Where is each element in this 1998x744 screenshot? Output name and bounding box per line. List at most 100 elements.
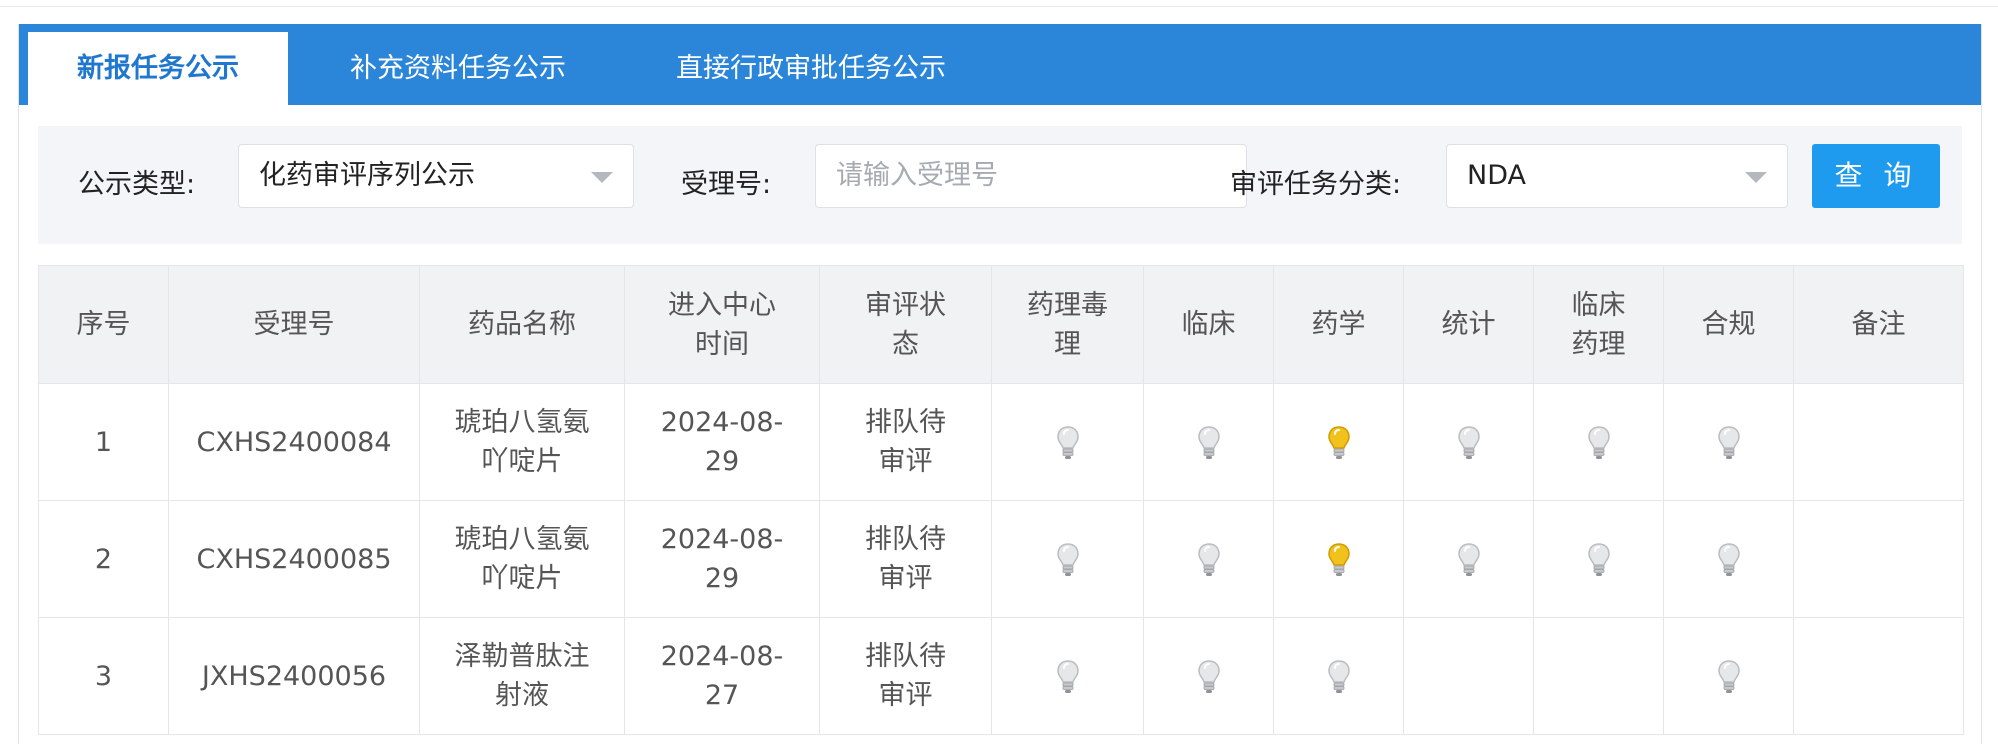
tab-bar: 新报任务公示 补充资料任务公示 直接行政审批任务公示 bbox=[18, 24, 1981, 105]
table-header-row: 序号 受理号 药品名称 进入中心 时间 审评状态药理毒理临床 药学 统计 临床 药理 合规 备注 bbox=[38, 265, 1964, 384]
discipline-indicator[interactable] bbox=[1143, 500, 1274, 618]
review-status-text: 审评 bbox=[878, 563, 933, 594]
drug-name-text: 吖啶片 bbox=[481, 563, 563, 594]
review-status: 排队待 审评 bbox=[819, 500, 992, 618]
discipline-indicator[interactable] bbox=[1663, 500, 1794, 618]
column-header-text: 药理 bbox=[1571, 328, 1626, 360]
entry-date: 2024-08- 29 bbox=[624, 383, 820, 501]
discipline-indicator[interactable] bbox=[1143, 383, 1274, 501]
tab-new-task-publicity[interactable]: 新报任务公示 bbox=[28, 32, 288, 105]
column-header-text: 药理毒 bbox=[1027, 289, 1108, 321]
review-status-text: 排队待 bbox=[865, 407, 946, 438]
lightbulb-icon bbox=[1457, 543, 1480, 576]
lightbulb-icon bbox=[1056, 660, 1079, 693]
drug-name-text: 泽勒普肽注 bbox=[454, 641, 590, 672]
column-header: 统计 bbox=[1403, 265, 1534, 384]
lightbulb-icon bbox=[1327, 543, 1350, 576]
entry-date-text: 2024-08- bbox=[660, 407, 784, 438]
discipline-indicator[interactable] bbox=[1403, 500, 1534, 618]
table-row[interactable]: 2 CXHS2400085 琥珀八氢氨 吖啶片 2024-08- 29 排队待 审评 bbox=[38, 500, 1964, 618]
entry-date-text: 29 bbox=[704, 563, 740, 594]
discipline-indicator bbox=[1533, 617, 1664, 735]
drug-name: 琥珀八氢氨 吖啶片 bbox=[419, 500, 625, 618]
publicity-type-select[interactable]: 化药审评序列公示 bbox=[238, 144, 634, 208]
entry-date-text: 27 bbox=[704, 680, 740, 711]
discipline-indicator[interactable] bbox=[1663, 383, 1794, 501]
column-header: 序号 bbox=[38, 265, 169, 384]
column-header-text: 临床 bbox=[1571, 289, 1626, 321]
review-status-text: 审评 bbox=[878, 680, 933, 711]
review-status: 排队待 审评 bbox=[819, 617, 992, 735]
entry-date: 2024-08- 27 bbox=[624, 617, 820, 735]
search-button[interactable]: 查 询 bbox=[1812, 144, 1940, 208]
filter-panel: 公示类型: 化药审评序列公示 受理号: 请输入受理号 审评任务分类: NDA 查… bbox=[38, 126, 1962, 244]
discipline-indicator[interactable] bbox=[1273, 383, 1404, 501]
column-header: 临床 药理 bbox=[1533, 265, 1664, 384]
accept-number: JXHS2400056 bbox=[168, 617, 420, 735]
drug-name-text: 琥珀八氢氨 bbox=[454, 524, 590, 555]
row-number: 2 bbox=[38, 500, 169, 618]
table-row[interactable]: 3 JXHS2400056 泽勒普肽注 射液 2024-08- 27 排队待 审评 bbox=[38, 617, 1964, 735]
lightbulb-icon bbox=[1717, 426, 1740, 459]
note bbox=[1793, 617, 1964, 735]
column-header-text: 审评状 bbox=[865, 289, 946, 321]
column-header: 药品名称 bbox=[419, 265, 625, 384]
table-row[interactable]: 1 CXHS2400084 琥珀八氢氨 吖啶片 2024-08- 29 排队待 审评 bbox=[38, 383, 1964, 501]
discipline-indicator[interactable] bbox=[991, 617, 1144, 735]
lightbulb-icon bbox=[1457, 426, 1480, 459]
row-number: 3 bbox=[38, 617, 169, 735]
column-header-text: 药学 bbox=[1311, 309, 1366, 340]
review-status: 排队待 审评 bbox=[819, 383, 992, 501]
accept-number: CXHS2400085 bbox=[168, 500, 420, 618]
column-header-text: 序号 bbox=[76, 309, 131, 340]
lightbulb-icon bbox=[1717, 543, 1740, 576]
task-category-value: NDA bbox=[1467, 160, 1526, 191]
column-header: 备注 bbox=[1793, 265, 1964, 384]
entry-date-text: 29 bbox=[704, 446, 740, 477]
tab-supplement-task-publicity[interactable]: 补充资料任务公示 bbox=[318, 32, 598, 105]
column-header-text: 时间 bbox=[695, 328, 749, 360]
drug-name-text: 琥珀八氢氨 bbox=[454, 407, 590, 438]
note bbox=[1793, 383, 1964, 501]
discipline-indicator[interactable] bbox=[1273, 617, 1404, 735]
column-header-text: 受理号 bbox=[253, 309, 335, 340]
discipline-indicator[interactable] bbox=[1533, 500, 1664, 618]
discipline-indicator[interactable] bbox=[991, 383, 1144, 501]
entry-date-text: 2024-08- bbox=[660, 641, 784, 672]
drug-name-text: 吖啶片 bbox=[481, 446, 563, 477]
lightbulb-icon bbox=[1327, 660, 1350, 693]
publicity-type-value: 化药审评序列公示 bbox=[259, 160, 475, 191]
discipline-indicator[interactable] bbox=[1403, 383, 1534, 501]
column-header-text: 合规 bbox=[1701, 309, 1756, 340]
lightbulb-icon bbox=[1197, 426, 1220, 459]
entry-date-text: 2024-08- bbox=[660, 524, 784, 555]
tab-direct-approval-task-publicity[interactable]: 直接行政审批任务公示 bbox=[646, 32, 976, 105]
discipline-indicator[interactable] bbox=[1273, 500, 1404, 618]
column-header-text: 备注 bbox=[1851, 309, 1906, 340]
lightbulb-icon bbox=[1197, 660, 1220, 693]
lightbulb-icon bbox=[1056, 426, 1079, 459]
column-header-text: 态 bbox=[892, 328, 919, 360]
discipline-indicator[interactable] bbox=[1663, 617, 1794, 735]
publicity-type-label: 公示类型: bbox=[78, 169, 196, 200]
column-header-text: 临床 bbox=[1181, 309, 1236, 340]
discipline-indicator[interactable] bbox=[991, 500, 1144, 618]
discipline-indicator[interactable] bbox=[1533, 383, 1664, 501]
entry-date: 2024-08- 29 bbox=[624, 500, 820, 618]
column-header: 临床 bbox=[1143, 265, 1274, 384]
note bbox=[1793, 500, 1964, 618]
row-number: 1 bbox=[38, 383, 169, 501]
discipline-indicator bbox=[1403, 617, 1534, 735]
discipline-indicator[interactable] bbox=[1143, 617, 1274, 735]
column-header-text: 药品名称 bbox=[468, 309, 576, 340]
column-header-text: 理 bbox=[1054, 328, 1081, 360]
review-status-text: 审评 bbox=[878, 446, 933, 477]
column-header: 药理毒理 bbox=[991, 265, 1144, 384]
column-header: 受理号 bbox=[168, 265, 420, 384]
lightbulb-icon bbox=[1056, 543, 1079, 576]
column-header-text: 统计 bbox=[1441, 309, 1496, 340]
accept-no-input[interactable]: 请输入受理号 bbox=[815, 144, 1247, 208]
task-category-select[interactable]: NDA bbox=[1446, 144, 1788, 208]
task-table: 序号 受理号 药品名称 进入中心 时间 审评状态药理毒理临床 药学 统计 临床 药理 合规 备注 1C… bbox=[38, 265, 1964, 735]
column-header: 进入中心 时间 bbox=[624, 265, 820, 384]
